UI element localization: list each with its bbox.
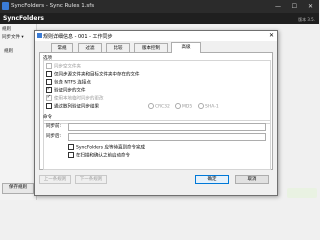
dialog-icon — [37, 33, 42, 38]
option-wait-for-command[interactable]: SyncFolders 应等待直到命令完成 — [68, 144, 146, 151]
close-app-icon[interactable]: ✕ — [308, 3, 313, 10]
radio[interactable] — [148, 103, 154, 109]
option-label: 在扫描和确认之前启动命令 — [76, 153, 130, 159]
option-label: 使用本地临时同步的更改 — [54, 96, 104, 102]
tab-compare[interactable]: 比较 — [106, 43, 130, 52]
option-label: SyncFolders 应等待直到命令完成 — [76, 145, 146, 151]
app-logo: SyncFolders — [3, 15, 44, 22]
app-titlebar: SyncFolders - Sync Rules 1.sfs — ☐ ✕ — [0, 0, 319, 13]
option-label: 验证同步的文件 — [54, 88, 86, 94]
option-verify-synced-files[interactable]: 验证同步的文件 — [46, 86, 86, 94]
hash-radio-crc32[interactable]: CRC32 — [148, 103, 170, 110]
before-sync-label: 同步前: — [46, 124, 62, 129]
tab-versioning[interactable]: 版本控制 — [134, 43, 168, 52]
radio-label: SHA-1 — [205, 104, 219, 110]
app-left-pane: 规则 同步文件 ▾ 规则 保存规则 — [0, 24, 37, 200]
rules-column-header: 规则 — [4, 49, 13, 54]
maximize-icon[interactable]: ☐ — [292, 3, 297, 10]
before-sync-command-input[interactable] — [68, 123, 266, 131]
dialog-titlebar: 规则详细信息 - 001 - 工作同步 ✕ — [35, 31, 277, 41]
left-label-rules: 规则 — [2, 27, 11, 32]
option-local-temp-changes[interactable]: 使用本地临时同步的更改 — [46, 94, 104, 102]
dialog-close-icon[interactable]: ✕ — [269, 32, 274, 39]
checkbox[interactable] — [68, 152, 74, 158]
option-label: 通过散列验证同步结果 — [54, 104, 99, 110]
app-version: 版本 3.5. — [298, 17, 315, 22]
radio[interactable] — [175, 103, 181, 109]
option-sync-existing-only[interactable]: 仅同步源文件夹和目标文件夹中存在的文件 — [46, 71, 140, 78]
app-icon — [2, 2, 9, 10]
minimize-icon[interactable]: — — [275, 3, 281, 10]
dialog-title: 规则详细信息 - 001 - 工作同步 — [43, 34, 113, 40]
radio-label: CRC32 — [155, 104, 170, 110]
sync-files-dropdown[interactable]: 同步文件 ▾ — [2, 34, 24, 40]
checkbox[interactable] — [46, 63, 52, 69]
tab-advanced[interactable]: 高级 — [171, 42, 201, 53]
after-sync-label: 同步后: — [46, 134, 62, 139]
advanced-panel: 选项 同步空文件夹 仅同步源文件夹和目标文件夹中存在的文件 包含 NTFS 连接… — [39, 52, 273, 170]
option-run-before-scan[interactable]: 在扫描和确认之前启动命令 — [68, 152, 130, 159]
app-header: SyncFolders 版本 3.5. — [0, 13, 319, 24]
checkbox[interactable] — [46, 94, 52, 101]
checkbox[interactable] — [46, 86, 52, 93]
checkbox[interactable] — [46, 71, 52, 77]
option-label: 同步空文件夹 — [54, 64, 81, 70]
cancel-button[interactable]: 取消 — [235, 175, 269, 184]
corner-badge — [287, 188, 317, 198]
after-sync-command-input[interactable] — [68, 133, 266, 141]
option-label: 仅同步源文件夹和目标文件夹中存在的文件 — [54, 72, 140, 78]
hash-radio-sha1[interactable]: SHA-1 — [198, 103, 219, 110]
tab-filter[interactable]: 过滤 — [78, 43, 102, 52]
radio[interactable] — [198, 103, 204, 109]
checkbox[interactable] — [46, 103, 52, 109]
rule-details-dialog: 规则详细信息 - 001 - 工作同步 ✕ 常规 过滤 比较 版本控制 高级 选… — [34, 30, 278, 196]
checkbox[interactable] — [46, 79, 52, 85]
app-title: SyncFolders - Sync Rules 1.sfs — [11, 3, 95, 9]
option-include-ntfs-junctions[interactable]: 包含 NTFS 连接点 — [46, 79, 91, 86]
previous-rule-button[interactable]: 上一条规则 — [39, 175, 71, 184]
hash-radio-md5[interactable]: MD5 — [175, 103, 192, 110]
option-sync-empty-folders[interactable]: 同步空文件夹 — [46, 63, 81, 70]
checkbox[interactable] — [68, 144, 74, 150]
option-hash-verify[interactable]: 通过散列验证同步结果 — [46, 103, 99, 110]
option-label: 包含 NTFS 连接点 — [54, 80, 91, 86]
save-rules-button[interactable]: 保存规则 — [2, 183, 34, 194]
ok-button[interactable]: 确定 — [195, 175, 229, 184]
radio-label: MD5 — [182, 104, 193, 110]
next-rule-button[interactable]: 下一条规则 — [75, 175, 107, 184]
tab-general[interactable]: 常规 — [51, 43, 73, 52]
